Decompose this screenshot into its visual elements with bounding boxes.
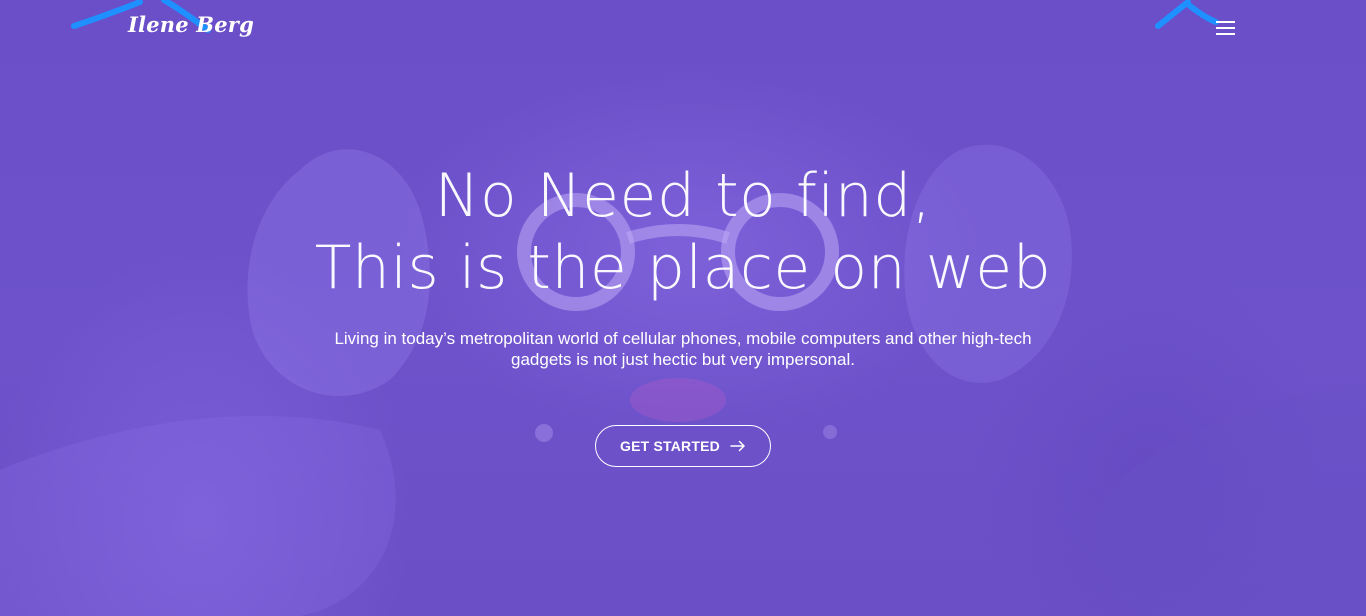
- get-started-label: GET STARTED: [620, 438, 720, 454]
- logo-link[interactable]: Ilene Berg: [128, 12, 254, 37]
- hero-subtext: Living in today’s metropolitan world of …: [334, 329, 1032, 369]
- get-started-button[interactable]: GET STARTED: [595, 425, 771, 467]
- hero-headline: No Need to find, This is the place on we…: [183, 160, 1183, 304]
- hero-content: No Need to find, This is the place on we…: [183, 160, 1183, 370]
- top-navigation-bar: Ilene Berg: [0, 0, 1366, 60]
- hamburger-menu-icon[interactable]: [1214, 18, 1238, 38]
- arrow-right-icon: [730, 440, 745, 452]
- hero-headline-line-1: No Need to find,: [434, 161, 932, 231]
- hero-headline-line-2: This is the place on web: [314, 233, 1052, 303]
